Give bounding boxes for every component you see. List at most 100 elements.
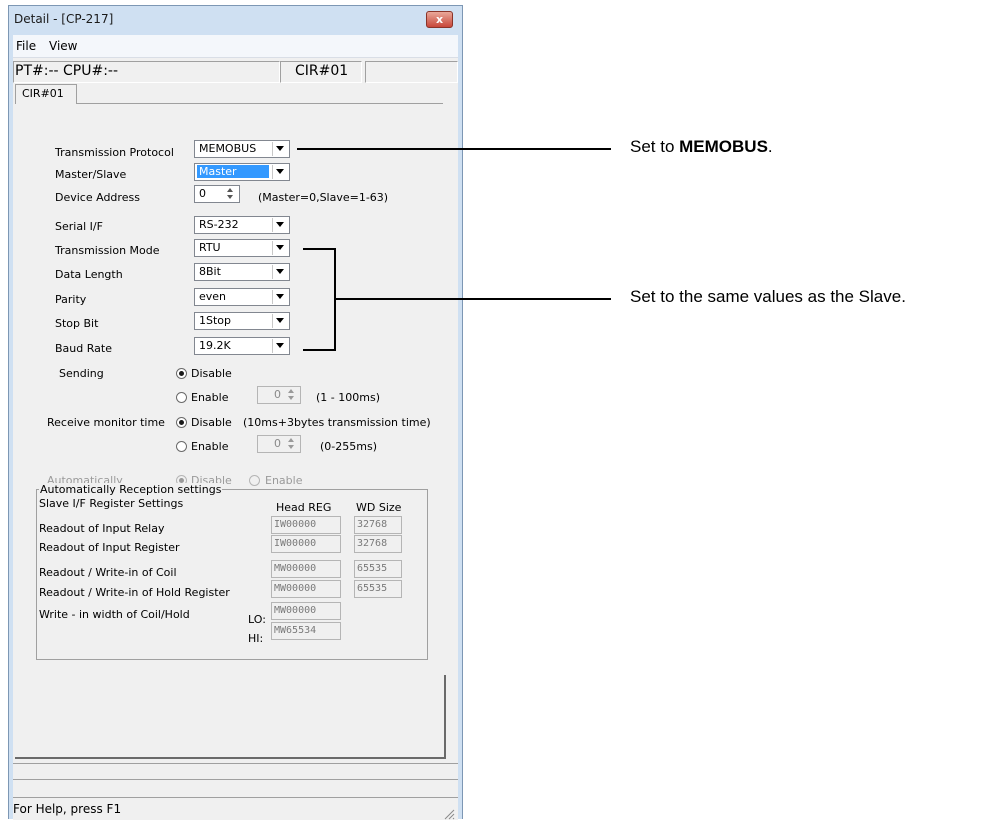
chevron-down-icon (272, 339, 288, 353)
slave-callout-text: Set to the same values as the Slave. (630, 287, 906, 306)
protocol-callout-line (297, 148, 611, 150)
sending-disable-radio[interactable] (176, 368, 187, 379)
transmission-mode-select[interactable]: RTU (194, 239, 290, 257)
parity-label: Parity (55, 293, 87, 306)
tab-label: CIR#01 (22, 87, 64, 100)
master-slave-select[interactable]: Master (194, 163, 290, 181)
receive-monitor-label: Receive monitor time (47, 416, 165, 429)
coil-label: Readout / Write-in of Coil (39, 566, 177, 579)
parity-value: even (199, 290, 227, 303)
chevron-down-icon (272, 265, 288, 279)
tab-divider (77, 103, 443, 104)
coil-size[interactable]: 65535 (354, 560, 402, 578)
slave-bracket-top (303, 248, 335, 250)
status-help-text: For Help, press F1 (13, 802, 122, 816)
spin-arrows-icon (285, 437, 299, 451)
lower-panel (15, 675, 446, 759)
tab-cir01[interactable]: CIR#01 (15, 84, 77, 104)
reception-group-title: Automatically Reception settings (39, 483, 223, 496)
sending-label: Sending (59, 367, 104, 380)
protocol-value: MEMOBUS (199, 142, 257, 155)
info-line: PT#:-- CPU#:-- CIR#01 (13, 61, 458, 83)
transmission-mode-label: Transmission Mode (55, 244, 160, 257)
lo-label: LO: (248, 613, 266, 626)
chevron-down-icon (272, 241, 288, 255)
sending-range: (1 - 100ms) (316, 391, 380, 404)
sending-time-value: 0 (274, 388, 281, 401)
chevron-down-icon (272, 218, 288, 232)
divider-2 (13, 779, 458, 780)
protocol-select[interactable]: MEMOBUS (194, 140, 290, 158)
chevron-down-icon (272, 290, 288, 304)
register-settings-header: Slave I/F Register Settings (39, 497, 184, 510)
parity-select[interactable]: even (194, 288, 290, 306)
coil-reg[interactable]: MW00000 (271, 560, 341, 578)
automatically-enable-radio[interactable] (249, 475, 260, 486)
hold-register-label: Readout / Write-in of Hold Register (39, 586, 230, 599)
stop-bit-label: Stop Bit (55, 317, 99, 330)
receive-time-value: 0 (274, 437, 281, 450)
pt-cpu-readout: PT#:-- CPU#:-- (15, 63, 119, 79)
menu-bar: File View (13, 35, 458, 58)
receive-disable-label: Disable (191, 416, 232, 429)
status-divider (13, 797, 458, 798)
chevron-down-icon (272, 165, 288, 179)
device-address-hint: (Master=0,Slave=1-63) (258, 191, 389, 204)
slave-callout-line (334, 298, 611, 300)
resize-grip-icon[interactable] (443, 805, 455, 820)
sending-time-spinner[interactable]: 0 (257, 386, 301, 404)
hold-register-size[interactable]: 65535 (354, 580, 402, 598)
slave-bracket-bottom (303, 349, 335, 351)
data-length-label: Data Length (55, 268, 123, 281)
serial-if-select[interactable]: RS-232 (194, 216, 290, 234)
receive-range: (0-255ms) (320, 440, 377, 453)
client-area: File View PT#:-- CPU#:-- CIR#01 CIR#01 T… (13, 35, 458, 820)
spin-arrows-icon (224, 187, 238, 201)
input-register-reg[interactable]: IW00000 (271, 535, 341, 553)
input-relay-label: Readout of Input Relay (39, 522, 165, 535)
menu-view[interactable]: View (49, 39, 77, 53)
detail-window: Detail - [CP-217] x File View PT#:-- CPU… (8, 5, 463, 820)
receive-disable-radio[interactable] (176, 417, 187, 428)
input-relay-reg[interactable]: IW00000 (271, 516, 341, 534)
write-width-lo[interactable]: MW00000 (271, 602, 341, 620)
receive-time-spinner[interactable]: 0 (257, 435, 301, 453)
data-length-value: 8Bit (199, 265, 221, 278)
sending-enable-radio[interactable] (176, 392, 187, 403)
spin-arrows-icon (285, 388, 299, 402)
automatically-enable-label: Enable (265, 474, 303, 487)
input-relay-size[interactable]: 32768 (354, 516, 402, 534)
write-width-hi[interactable]: MW65534 (271, 622, 341, 640)
master-slave-value: Master (197, 165, 269, 178)
baud-rate-value: 19.2K (199, 339, 231, 352)
close-icon: x (435, 13, 444, 26)
sending-disable-label: Disable (191, 367, 232, 380)
head-reg-header: Head REG (276, 501, 332, 514)
close-button[interactable]: x (426, 11, 453, 28)
chevron-down-icon (272, 142, 288, 156)
hold-register-reg[interactable]: MW00000 (271, 580, 341, 598)
receive-enable-radio[interactable] (176, 441, 187, 452)
sending-enable-label: Enable (191, 391, 229, 404)
input-register-size[interactable]: 32768 (354, 535, 402, 553)
protocol-callout-text: Set to MEMOBUS. (630, 137, 773, 156)
serial-if-value: RS-232 (199, 218, 239, 231)
data-length-select[interactable]: 8Bit (194, 263, 290, 281)
chevron-down-icon (272, 314, 288, 328)
hi-label: HI: (248, 632, 264, 645)
stop-bit-value: 1Stop (199, 314, 232, 327)
baud-rate-label: Baud Rate (55, 342, 112, 355)
title-bar[interactable]: Detail - [CP-217] x (9, 6, 462, 34)
cir-readout: CIR#01 (295, 63, 349, 79)
transmission-mode-value: RTU (199, 241, 221, 254)
wd-size-header: WD Size (356, 501, 402, 514)
serial-if-label: Serial I/F (55, 220, 103, 233)
menu-file[interactable]: File (16, 39, 36, 53)
device-address-value: 0 (199, 187, 206, 200)
baud-rate-select[interactable]: 19.2K (194, 337, 290, 355)
device-address-spinner[interactable]: 0 (194, 185, 240, 203)
device-address-label: Device Address (55, 191, 140, 204)
write-width-label: Write - in width of Coil/Hold (39, 608, 190, 621)
divider-1 (13, 763, 458, 764)
stop-bit-select[interactable]: 1Stop (194, 312, 290, 330)
